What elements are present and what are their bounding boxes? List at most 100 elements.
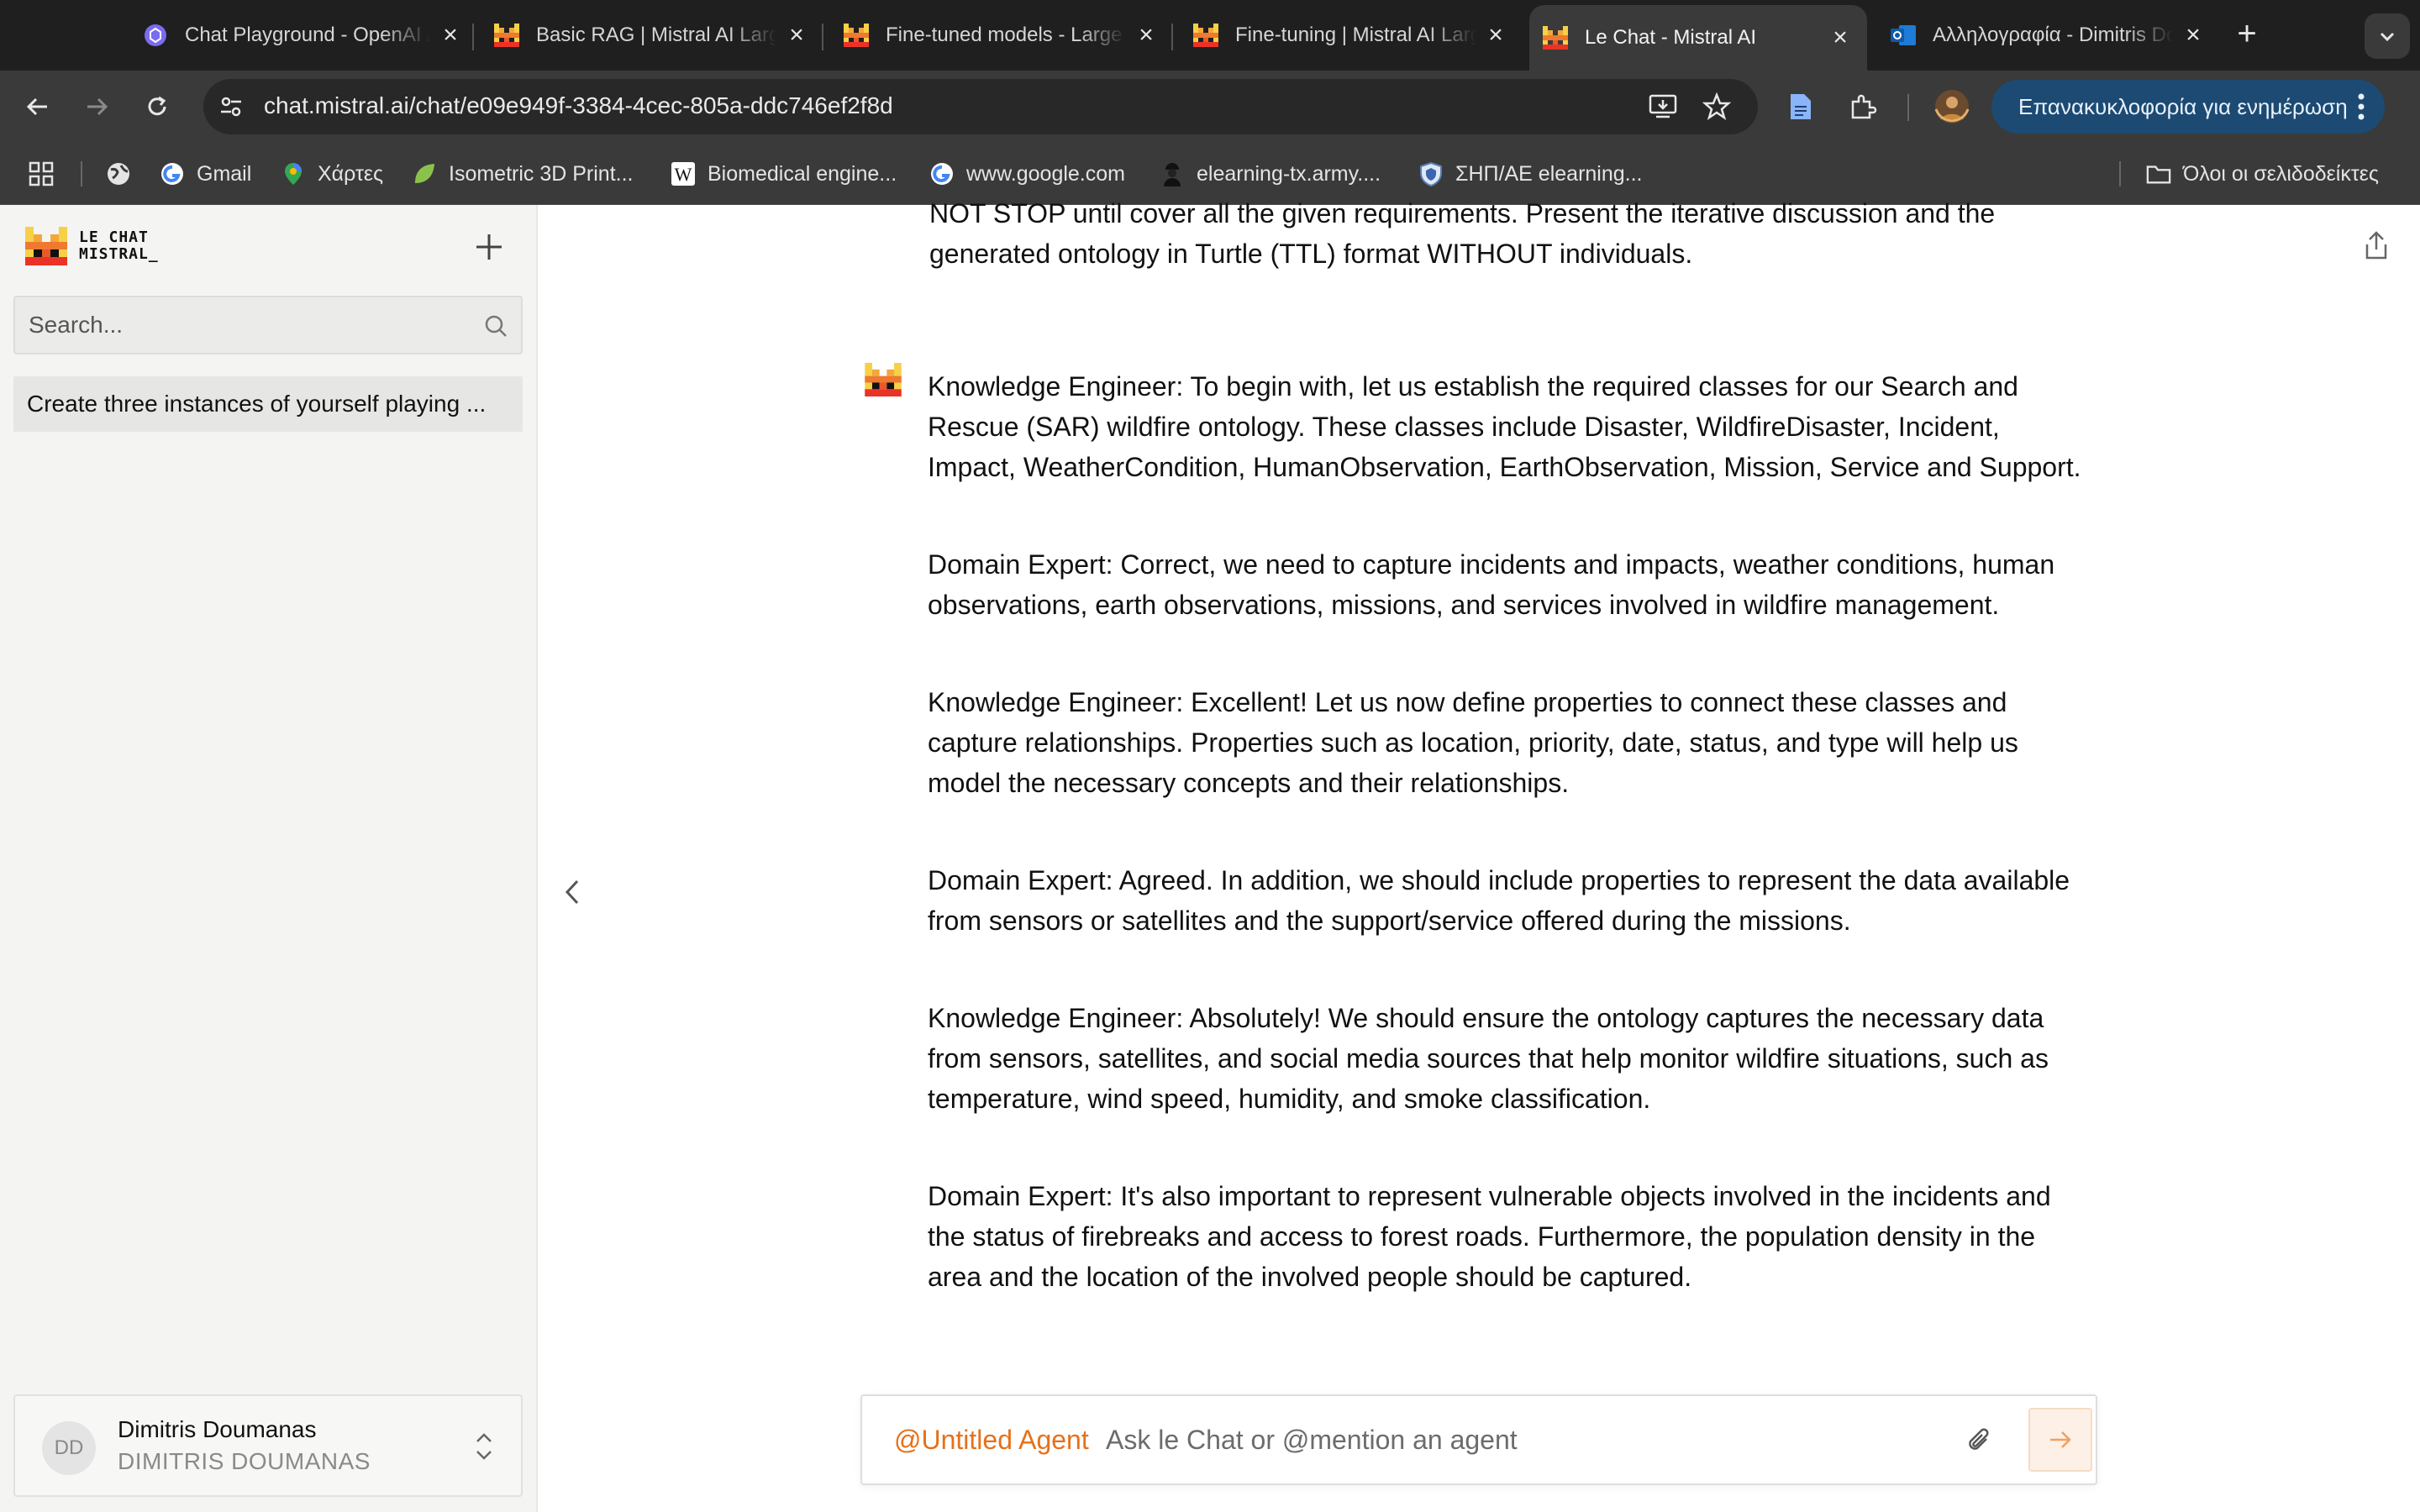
bookmark-item[interactable]: elearning-tx.army.... bbox=[1160, 156, 1381, 192]
reload-icon bbox=[148, 96, 166, 116]
agent-mention-tag[interactable]: @Untitled Agent bbox=[894, 1425, 1089, 1456]
search-input[interactable] bbox=[29, 297, 466, 353]
chat-history-item[interactable]: Create three instances of yourself playi… bbox=[13, 376, 523, 432]
toolbar-separator bbox=[1907, 94, 1909, 121]
url-text[interactable]: chat.mistral.ai/chat/e09e949f-3384-4cec-… bbox=[264, 92, 893, 119]
logo-text: LE CHAT MISTRAL_ bbox=[79, 229, 159, 263]
bookmark-item[interactable]: Gmail bbox=[160, 156, 251, 192]
tab-title: Basic RAG | Mistral AI Large Language Mo… bbox=[536, 24, 776, 46]
close-icon[interactable]: × bbox=[1484, 23, 1507, 48]
assistant-message: Knowledge Engineer: To begin with, let u… bbox=[928, 366, 2087, 1297]
all-bookmarks-label: Όλοι οι σελιδοδείκτες bbox=[2183, 161, 2379, 186]
apps-button[interactable] bbox=[29, 156, 54, 192]
bookmark-label: Biomedical engine... bbox=[708, 161, 897, 186]
user-menu[interactable]: DD Dimitris Doumanas DIMITRIS DOUMANAS bbox=[13, 1394, 523, 1497]
bookmark-label: ΣΗΠ/ΑΕ elearning... bbox=[1455, 161, 1643, 186]
close-icon[interactable]: × bbox=[785, 23, 808, 48]
chevron-left-icon bbox=[565, 879, 579, 905]
forward-button[interactable] bbox=[77, 87, 116, 126]
bookmark-star-button[interactable] bbox=[1697, 87, 1736, 126]
close-icon[interactable]: × bbox=[1828, 25, 1852, 50]
arrow-right-icon bbox=[2050, 1431, 2071, 1448]
browser-tab[interactable]: Αλληλογραφία - Dimitris Doumanas - Outlo… bbox=[1891, 12, 2205, 59]
message-paragraph: Domain Expert: It's also important to re… bbox=[928, 1181, 2051, 1292]
folder-icon bbox=[2146, 161, 2171, 186]
bookmark-label: www.google.com bbox=[966, 161, 1125, 186]
send-button[interactable] bbox=[2028, 1408, 2092, 1472]
install-app-button[interactable] bbox=[1644, 87, 1682, 126]
extensions-button[interactable] bbox=[1844, 87, 1882, 126]
arrow-right-icon bbox=[87, 97, 108, 116]
document-icon bbox=[1791, 94, 1811, 119]
bookmarks-separator bbox=[81, 161, 82, 186]
svg-text:W: W bbox=[675, 164, 692, 185]
user-message: NOT STOP until cover all the given requi… bbox=[929, 198, 1996, 269]
message-paragraph: Domain Expert: Correct, we need to captu… bbox=[928, 549, 2055, 620]
leaf-icon bbox=[412, 161, 437, 186]
back-button[interactable] bbox=[18, 87, 57, 126]
star-icon bbox=[1702, 92, 1731, 120]
new-tab-button[interactable]: + bbox=[2230, 17, 2264, 52]
attach-button[interactable] bbox=[1960, 1421, 1998, 1460]
bookmark-label: Isometric 3D Print... bbox=[449, 161, 634, 186]
bookmark-item[interactable]: www.google.com bbox=[929, 156, 1125, 192]
bookmark-item[interactable]: W Biomedical engine... bbox=[671, 156, 897, 192]
profile-avatar-icon bbox=[1934, 90, 1970, 123]
share-button[interactable] bbox=[2358, 227, 2395, 264]
maps-icon bbox=[281, 161, 306, 186]
message-composer[interactable]: @Untitled Agent bbox=[860, 1394, 2097, 1485]
browser-tab[interactable]: Chat Playground - OpenAI API × bbox=[143, 12, 462, 59]
le-chat-logo[interactable]: LE CHAT MISTRAL_ bbox=[25, 227, 159, 265]
mistral-logo-icon bbox=[25, 227, 67, 265]
install-icon bbox=[1649, 94, 1677, 118]
avatar: DD bbox=[42, 1421, 96, 1475]
close-icon[interactable]: × bbox=[2181, 23, 2205, 48]
search-box[interactable] bbox=[13, 296, 523, 354]
paperclip-icon bbox=[1969, 1428, 1989, 1450]
browser-tab[interactable]: Fine-tuned models - Large Language Model… bbox=[844, 12, 1158, 59]
wikipedia-icon: W bbox=[671, 161, 696, 186]
globe-bookmark[interactable] bbox=[106, 156, 131, 192]
close-icon[interactable]: × bbox=[439, 23, 462, 48]
browser-tab[interactable]: Basic RAG | Mistral AI Large Language Mo… bbox=[494, 12, 808, 59]
bookmark-item[interactable]: Isometric 3D Print... bbox=[412, 156, 634, 192]
kebab-menu-icon bbox=[2358, 93, 2365, 120]
tab-title: Chat Playground - OpenAI API bbox=[185, 24, 430, 46]
tab-separator bbox=[1171, 24, 1173, 50]
message-paragraph: Knowledge Engineer: Excellent! Let us no… bbox=[928, 687, 2018, 798]
relaunch-to-update-button[interactable]: Επανακυκλοφορία για ενημέρωση bbox=[1991, 80, 2385, 134]
tune-icon bbox=[221, 97, 241, 117]
message-input[interactable] bbox=[1106, 1418, 1912, 1462]
bookmark-item[interactable]: Χάρτες bbox=[281, 156, 383, 192]
message-paragraph: Knowledge Engineer: Absolutely! We shoul… bbox=[928, 1003, 2049, 1114]
tab-title: Fine-tuned models - Large Language Model… bbox=[886, 24, 1126, 46]
docs-extension-button[interactable] bbox=[1781, 87, 1820, 126]
site-info-button[interactable] bbox=[212, 87, 250, 126]
google-icon bbox=[160, 161, 185, 186]
reload-button[interactable] bbox=[138, 87, 176, 126]
all-bookmarks-button[interactable]: Όλοι οι σελιδοδείκτες bbox=[2146, 156, 2379, 192]
bookmark-label: Gmail bbox=[197, 161, 252, 186]
browser-tab[interactable]: Fine-tuning | Mistral AI Large Language … bbox=[1193, 12, 1507, 59]
update-label: Επανακυκλοφορία για ενημέρωση bbox=[2018, 93, 2348, 119]
mistral-icon bbox=[1543, 25, 1568, 50]
browser-tab-bar: Chat Playground - OpenAI API × Basic RAG… bbox=[0, 0, 2420, 71]
puzzle-icon bbox=[1851, 94, 1877, 119]
bookmark-item[interactable]: ΣΗΠ/ΑΕ elearning... bbox=[1418, 156, 1643, 192]
close-icon[interactable]: × bbox=[1134, 23, 1158, 48]
tab-search-button[interactable] bbox=[2365, 13, 2410, 59]
mistral-icon bbox=[494, 23, 519, 48]
message-paragraph: Knowledge Engineer: To begin with, let u… bbox=[928, 371, 2081, 482]
collapse-sidebar-button[interactable] bbox=[558, 875, 587, 909]
bookmarks-separator bbox=[2119, 161, 2121, 186]
tab-title: Le Chat - Mistral AI bbox=[1585, 26, 1757, 49]
profile-button[interactable] bbox=[1933, 87, 1971, 126]
tab-title: Αλληλογραφία - Dimitris Doumanas - Outlo… bbox=[1933, 24, 2173, 46]
bookmark-label: elearning-tx.army.... bbox=[1197, 161, 1381, 186]
tab-separator bbox=[472, 24, 474, 50]
new-chat-button[interactable] bbox=[471, 228, 508, 265]
browser-tab-active[interactable]: Le Chat - Mistral AI × bbox=[1529, 5, 1867, 71]
user-name: Dimitris Doumanas bbox=[118, 1416, 317, 1442]
user-workspace: DIMITRIS DOUMANAS bbox=[118, 1448, 371, 1474]
outlook-icon bbox=[1891, 23, 1916, 48]
